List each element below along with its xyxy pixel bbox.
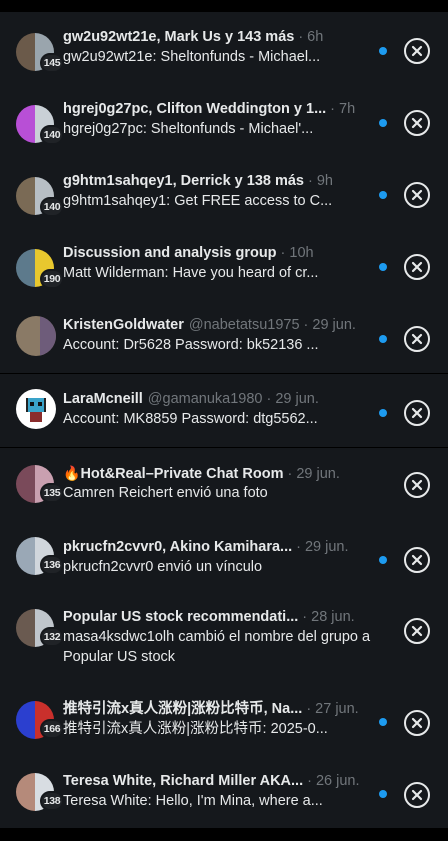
- close-icon[interactable]: [404, 710, 430, 736]
- conversation-row[interactable]: LaraMcneill @gamanuka1980 · 29 jun. Acco…: [0, 373, 448, 448]
- conversation-name: Popular US stock recommendati...: [63, 609, 299, 625]
- conversation-time: 26 jun.: [315, 773, 360, 789]
- conversation-name: Hot&Real–Private Chat Room: [80, 466, 284, 482]
- conversation-row[interactable]: 136 pkrucfn2cvvr0, Akino Kamihara... · 2…: [0, 524, 448, 596]
- close-icon[interactable]: [404, 326, 430, 352]
- member-count-badge: 166: [40, 719, 64, 739]
- close-icon[interactable]: [404, 182, 430, 208]
- unread-dot: [379, 718, 387, 726]
- unread-dot: [379, 119, 387, 127]
- conversation-time: 29 jun.: [304, 539, 349, 555]
- conversation-name: pkrucfn2cvvr0, Akino Kamihara...: [63, 539, 293, 555]
- member-count-badge: 140: [40, 125, 64, 145]
- separator: ·: [330, 101, 336, 117]
- conversation-name: g9htm1sahqey1, Derrick y 138 más: [63, 173, 304, 189]
- unread-dot: [379, 263, 387, 271]
- message-preview: Account: MK8859 Password: dtg5562...: [63, 411, 318, 427]
- message-preview: masa4ksdwc1olh cambió el nombre del grup…: [63, 629, 371, 665]
- separator: ·: [303, 317, 309, 333]
- unread-dot: [379, 47, 387, 55]
- conversation-time: 6h: [307, 29, 324, 45]
- close-icon[interactable]: [404, 400, 430, 426]
- message-preview: g9htm1sahqey1: Get FREE access to C...: [63, 193, 333, 209]
- separator: ·: [308, 173, 313, 189]
- conversation-time: 28 jun.: [311, 609, 355, 625]
- close-icon[interactable]: [404, 254, 430, 280]
- conversation-name: LaraMcneill: [63, 391, 143, 407]
- separator: ·: [307, 773, 312, 789]
- unread-dot: [379, 790, 387, 798]
- unread-dot: [379, 556, 387, 564]
- user-avatar: [16, 389, 56, 429]
- message-preview: 推特引流x真人涨粉|涨粉比特币: 2025-0...: [63, 721, 328, 737]
- conversation-time: 7h: [339, 101, 356, 117]
- close-icon[interactable]: [404, 472, 430, 498]
- close-icon[interactable]: [404, 782, 430, 808]
- conversation-row[interactable]: 166 推特引流x真人涨粉|涨粉比特币, Na... · 27 jun. 推特引…: [0, 686, 448, 758]
- close-icon[interactable]: [404, 38, 430, 64]
- pixel-art-icon: [26, 398, 46, 422]
- close-icon[interactable]: [404, 547, 430, 573]
- separator: ·: [280, 245, 286, 261]
- close-icon[interactable]: [404, 110, 430, 136]
- separator: ·: [287, 466, 293, 482]
- separator: ·: [266, 391, 272, 407]
- separator: ·: [296, 539, 301, 555]
- conversation-name: Discussion and analysis group: [63, 245, 277, 261]
- message-preview: Account: Dr5628 Password: bk52136 ...: [63, 337, 319, 353]
- conversation-row[interactable]: KristenGoldwater @nabetatsu1975 · 29 jun…: [0, 306, 448, 378]
- conversation-time: 10h: [289, 245, 314, 261]
- conversation-row[interactable]: 135 🔥 Hot&Real–Private Chat Room · 29 ju…: [0, 452, 448, 524]
- conversation-name: 推特引流x真人涨粉|涨粉比特币, Na...: [63, 701, 303, 717]
- message-preview: Camren Reichert envió una foto: [63, 485, 268, 501]
- conversation-time: 29 jun.: [296, 466, 340, 482]
- conversation-row[interactable]: 138 Teresa White, Richard Miller AKA... …: [0, 758, 448, 830]
- unread-dot: [379, 335, 387, 343]
- message-preview: hgrej0g27pc: Sheltonfunds - Michael'...: [63, 121, 314, 137]
- user-avatar: [16, 316, 56, 356]
- unread-dot: [379, 409, 387, 417]
- close-icon[interactable]: [404, 618, 430, 644]
- conversation-name: KristenGoldwater: [63, 317, 184, 333]
- user-handle: @gamanuka1980: [147, 391, 263, 407]
- conversation-row[interactable]: 190 Discussion and analysis group · 10h …: [0, 234, 448, 306]
- message-preview: Matt Wilderman: Have you heard of cr...: [63, 265, 319, 281]
- user-handle: @nabetatsu1975: [188, 317, 300, 333]
- conversation-name: hgrej0g27pc, Clifton Weddington y 1...: [63, 101, 327, 117]
- conversation-row[interactable]: 140 hgrej0g27pc, Clifton Weddington y 1.…: [0, 90, 448, 162]
- conversation-name: Teresa White, Richard Miller AKA...: [63, 773, 304, 789]
- separator: ·: [298, 29, 304, 45]
- unread-dot: [379, 191, 387, 199]
- conversation-time: 27 jun.: [315, 701, 359, 717]
- member-count-badge: 145: [40, 53, 64, 73]
- message-preview: Teresa White: Hello, I'm Mina, where a..…: [63, 793, 323, 809]
- separator: ·: [302, 609, 308, 625]
- member-count-badge: 140: [40, 197, 64, 217]
- conversation-row[interactable]: 145 gw2u92wt21e, Mark Us y 143 más · 6h …: [0, 18, 448, 90]
- member-count-badge: 132: [40, 627, 64, 647]
- member-count-badge: 190: [40, 269, 64, 289]
- separator: ·: [306, 701, 312, 717]
- message-preview: gw2u92wt21e: Sheltonfunds - Michael...: [63, 49, 321, 65]
- dm-conversation-list: 145 gw2u92wt21e, Mark Us y 143 más · 6h …: [0, 12, 448, 828]
- member-count-badge: 138: [40, 791, 64, 811]
- conversation-time: 29 jun.: [275, 391, 319, 407]
- conversation-row[interactable]: 132 Popular US stock recommendati... · 2…: [0, 596, 448, 686]
- message-preview: pkrucfn2cvvr0 envió un vínculo: [63, 559, 263, 575]
- conversation-time: 29 jun.: [312, 317, 356, 333]
- conversation-time: 9h: [316, 173, 333, 189]
- fire-icon: 🔥: [63, 465, 81, 481]
- member-count-badge: 135: [40, 483, 64, 503]
- conversation-name: gw2u92wt21e, Mark Us y 143 más: [63, 29, 295, 45]
- conversation-row[interactable]: 140 g9htm1sahqey1, Derrick y 138 más · 9…: [0, 162, 448, 234]
- member-count-badge: 136: [40, 555, 64, 575]
